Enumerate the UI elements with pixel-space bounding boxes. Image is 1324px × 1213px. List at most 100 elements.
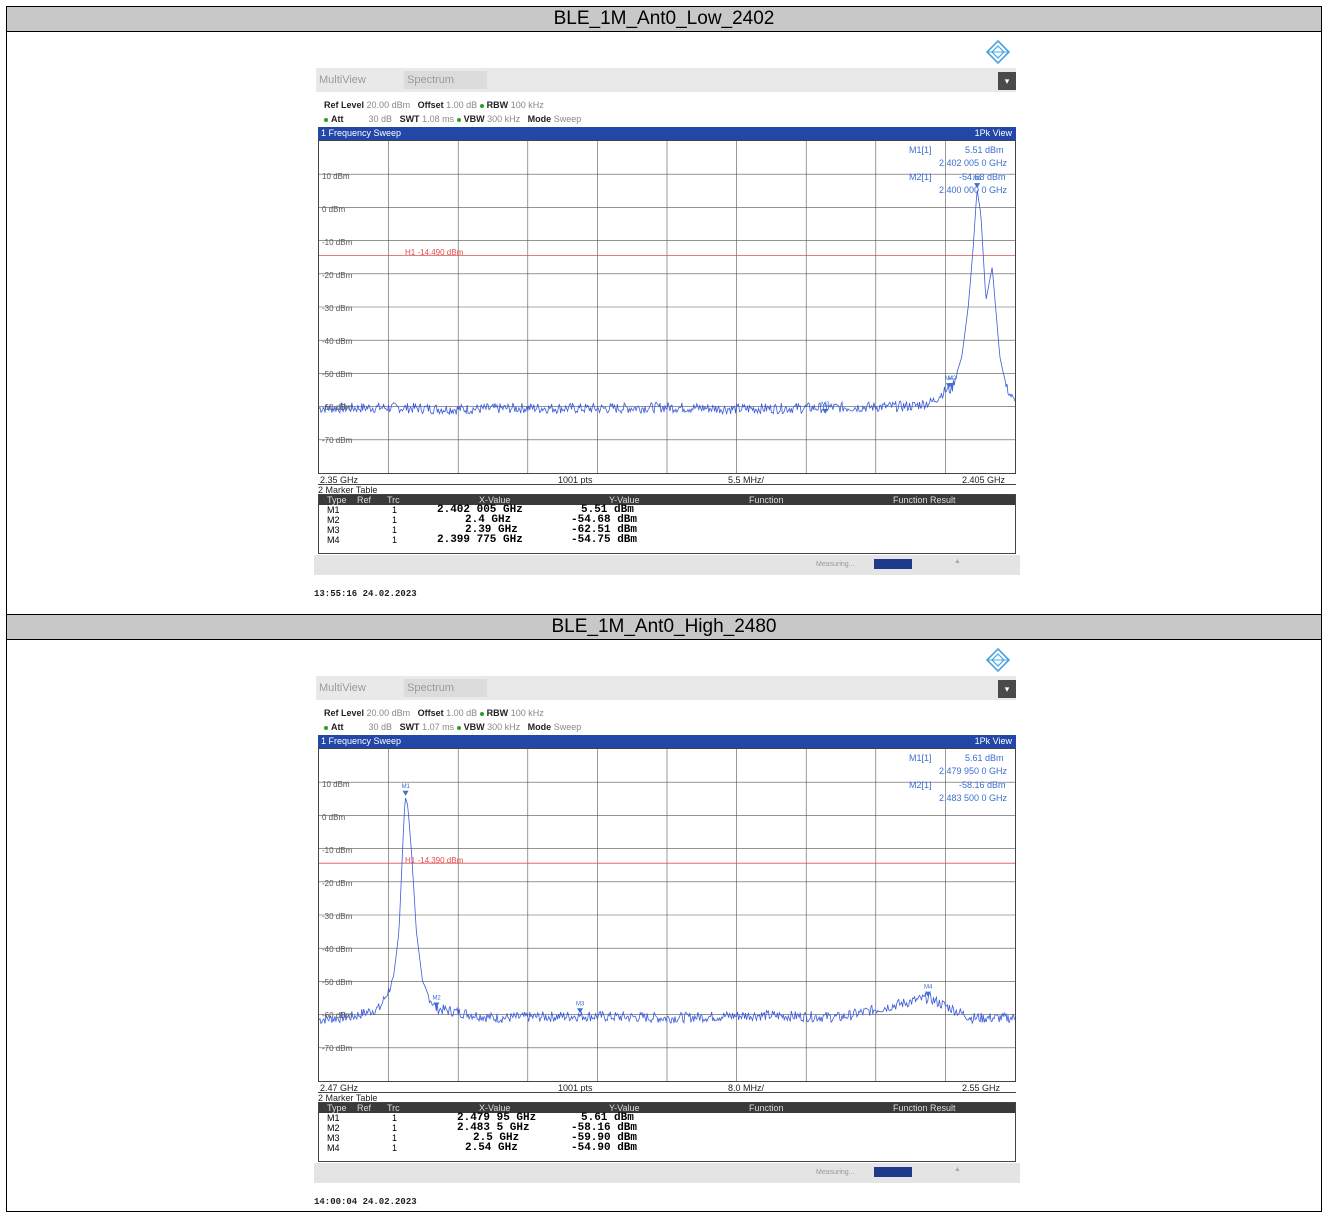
rbw-label: RBW xyxy=(486,708,509,718)
ref-level-value: 20.00 dBm xyxy=(366,100,411,110)
row-type: M3 xyxy=(327,1133,340,1143)
vbw-label: VBW xyxy=(463,722,485,732)
ref-level-label: Ref Level xyxy=(324,100,365,110)
row-type: M2 xyxy=(327,515,340,525)
menu-button[interactable]: ▾ xyxy=(998,72,1016,90)
settings-row-2: Att 30 dB SWT 1.07 ms VBW 300 kHz Mode S… xyxy=(324,722,581,732)
m2-readout-freq: 2.483 500 0 GHz xyxy=(939,793,1008,803)
settings-row-1: Ref Level 20.00 dBm Offset 1.00 dB RBW 1… xyxy=(324,708,544,718)
rbw-value: 100 kHz xyxy=(510,708,544,718)
m1-readout-label: M1[1] xyxy=(909,753,932,763)
table-row: M3 1 2.5 GHz -59.90 dBm xyxy=(319,1133,1015,1144)
y-tick-label: -70 dBm xyxy=(322,1044,353,1053)
section-header-high: BLE_1M_Ant0_High_2480 xyxy=(6,614,1322,640)
tab-spectrum[interactable]: Spectrum xyxy=(404,679,487,697)
row-type: M4 xyxy=(327,1143,340,1153)
coupled-indicator-icon xyxy=(324,117,328,122)
row-trc: 1 xyxy=(392,1123,398,1133)
row-trc: 1 xyxy=(392,1133,398,1143)
att-value: 30 dB xyxy=(368,114,393,124)
y-tick-label: 0 dBm xyxy=(322,205,346,214)
swt-label: SWT xyxy=(399,114,420,124)
m1-readout-freq: 2.479 950 0 GHz xyxy=(939,766,1008,776)
row-trc: 1 xyxy=(392,1143,398,1153)
y-tick-label: -10 dBm xyxy=(322,846,353,855)
row-x: 2.399 775 GHz xyxy=(437,534,523,546)
row-trc: 1 xyxy=(392,1113,398,1123)
settings-row-2: Att 30 dB SWT 1.08 ms VBW 300 kHz Mode S… xyxy=(324,114,581,124)
m2-readout-level: -54.68 dBm xyxy=(959,172,1006,182)
table-row: M2 1 2.4 GHz -54.68 dBm xyxy=(319,515,1015,526)
vbw-value: 300 kHz xyxy=(487,722,521,732)
table-row: M1 1 2.402 005 GHz 5.51 dBm xyxy=(319,505,1015,516)
marker-m2 xyxy=(433,1002,440,1008)
marker-label-m3: M3 xyxy=(576,1001,585,1007)
col-ref: Ref xyxy=(357,1103,372,1113)
table-row: M3 1 2.39 GHz -62.51 dBm xyxy=(319,525,1015,536)
marker-m3 xyxy=(822,408,829,414)
marker-label-m2: M2 xyxy=(432,995,441,1001)
mode-label: Mode xyxy=(527,114,552,124)
marker-m1 xyxy=(402,790,409,796)
sweep-window-titlebar: 1 Frequency Sweep 1Pk View xyxy=(318,735,1016,748)
row-type: M1 xyxy=(327,1113,340,1123)
tab-multiview[interactable]: MultiView xyxy=(319,74,366,86)
offset-value: 1.00 dB xyxy=(446,708,478,718)
section-header-low: BLE_1M_Ant0_Low_2402 xyxy=(6,6,1322,32)
spectrum-plot: M1 M2 M3 M4 10 dBm 0 dBm -10 dBm -20 dBm -3… xyxy=(318,748,1016,1082)
y-tick-label: -70 dBm xyxy=(322,436,353,445)
y-tick-label: 0 dBm xyxy=(322,813,346,822)
limit-line-label: H1 -14.490 dBm xyxy=(405,248,464,257)
tab-spectrum[interactable]: Spectrum xyxy=(404,71,487,89)
y-tick-label: -20 dBm xyxy=(322,271,353,280)
swt-value: 1.07 ms xyxy=(422,722,455,732)
window-title: 1 Frequency Sweep xyxy=(321,128,402,138)
coupled-indicator-icon xyxy=(324,725,328,730)
clock-icon: ▲ xyxy=(954,558,961,565)
clock-icon: ▲ xyxy=(954,1166,961,1173)
row-type: M4 xyxy=(327,535,340,545)
spectrum-plot: M1 M2 M3 M4 10 dBm 0 dBm -10 dBm -20 dBm -3… xyxy=(318,140,1016,474)
row-y: -54.90 dBm xyxy=(571,1142,638,1154)
coupled-indicator-icon xyxy=(456,725,461,730)
table-row: M4 1 2.54 GHz -54.90 dBm xyxy=(319,1142,1015,1154)
m2-readout-level: -58.16 dBm xyxy=(959,780,1006,790)
spectrum-capture-low: MultiView Spectrum ▾ Ref Level 20.00 dBm… xyxy=(314,37,1024,599)
col-ref: Ref xyxy=(357,495,372,505)
marker-label-m3: M3 xyxy=(821,402,830,408)
y-tick-label: -30 dBm xyxy=(322,912,353,921)
att-label: Att xyxy=(331,722,344,732)
m1-readout-freq: 2.402 005 0 GHz xyxy=(939,158,1008,168)
row-trc: 1 xyxy=(392,515,398,525)
m2-readout-freq: 2.400 000 0 GHz xyxy=(939,185,1008,195)
timestamp: 13:55:16 24.02.2023 xyxy=(314,589,417,599)
m1-readout-label: M1[1] xyxy=(909,145,932,155)
menu-button[interactable]: ▾ xyxy=(998,680,1016,698)
table-row: M4 1 2.399 775 GHz -54.75 dBm xyxy=(319,534,1015,546)
vbw-label: VBW xyxy=(463,114,485,124)
m2-readout-label: M2[1] xyxy=(909,780,932,790)
y-tick-label: 10 dBm xyxy=(322,780,350,789)
status-bar: Measuring... ▲ xyxy=(314,555,1020,575)
col-function-result: Function Result xyxy=(893,1103,956,1113)
col-trc: Trc xyxy=(387,1103,400,1113)
offset-label: Offset xyxy=(417,708,444,718)
status-bar: Measuring... ▲ xyxy=(314,1163,1020,1183)
y-tick-label: -50 dBm xyxy=(322,370,353,379)
chart-svg: M1M2M3M4 xyxy=(319,141,1015,473)
tab-multiview[interactable]: MultiView xyxy=(319,682,366,694)
chart-svg: M1M2M3M4 xyxy=(319,749,1015,1081)
table-row: M1 1 2.479 95 GHz 5.61 dBm xyxy=(319,1113,1015,1124)
settings-row-1: Ref Level 20.00 dBm Offset 1.00 dB RBW 1… xyxy=(324,100,544,110)
coupled-indicator-icon xyxy=(479,711,484,716)
y-tick-label: -60 dBm xyxy=(322,403,353,412)
row-type: M3 xyxy=(327,525,340,535)
y-tick-label: -20 dBm xyxy=(322,879,353,888)
table-row: M2 1 2.483 5 GHz -58.16 dBm xyxy=(319,1123,1015,1134)
window-title: 1 Frequency Sweep xyxy=(321,736,402,746)
y-tick-label: -60 dBm xyxy=(322,1011,353,1020)
y-tick-label: -30 dBm xyxy=(322,304,353,313)
y-tick-label: -10 dBm xyxy=(322,238,353,247)
swt-value: 1.08 ms xyxy=(422,114,455,124)
view-label: 1Pk View xyxy=(974,128,1012,138)
